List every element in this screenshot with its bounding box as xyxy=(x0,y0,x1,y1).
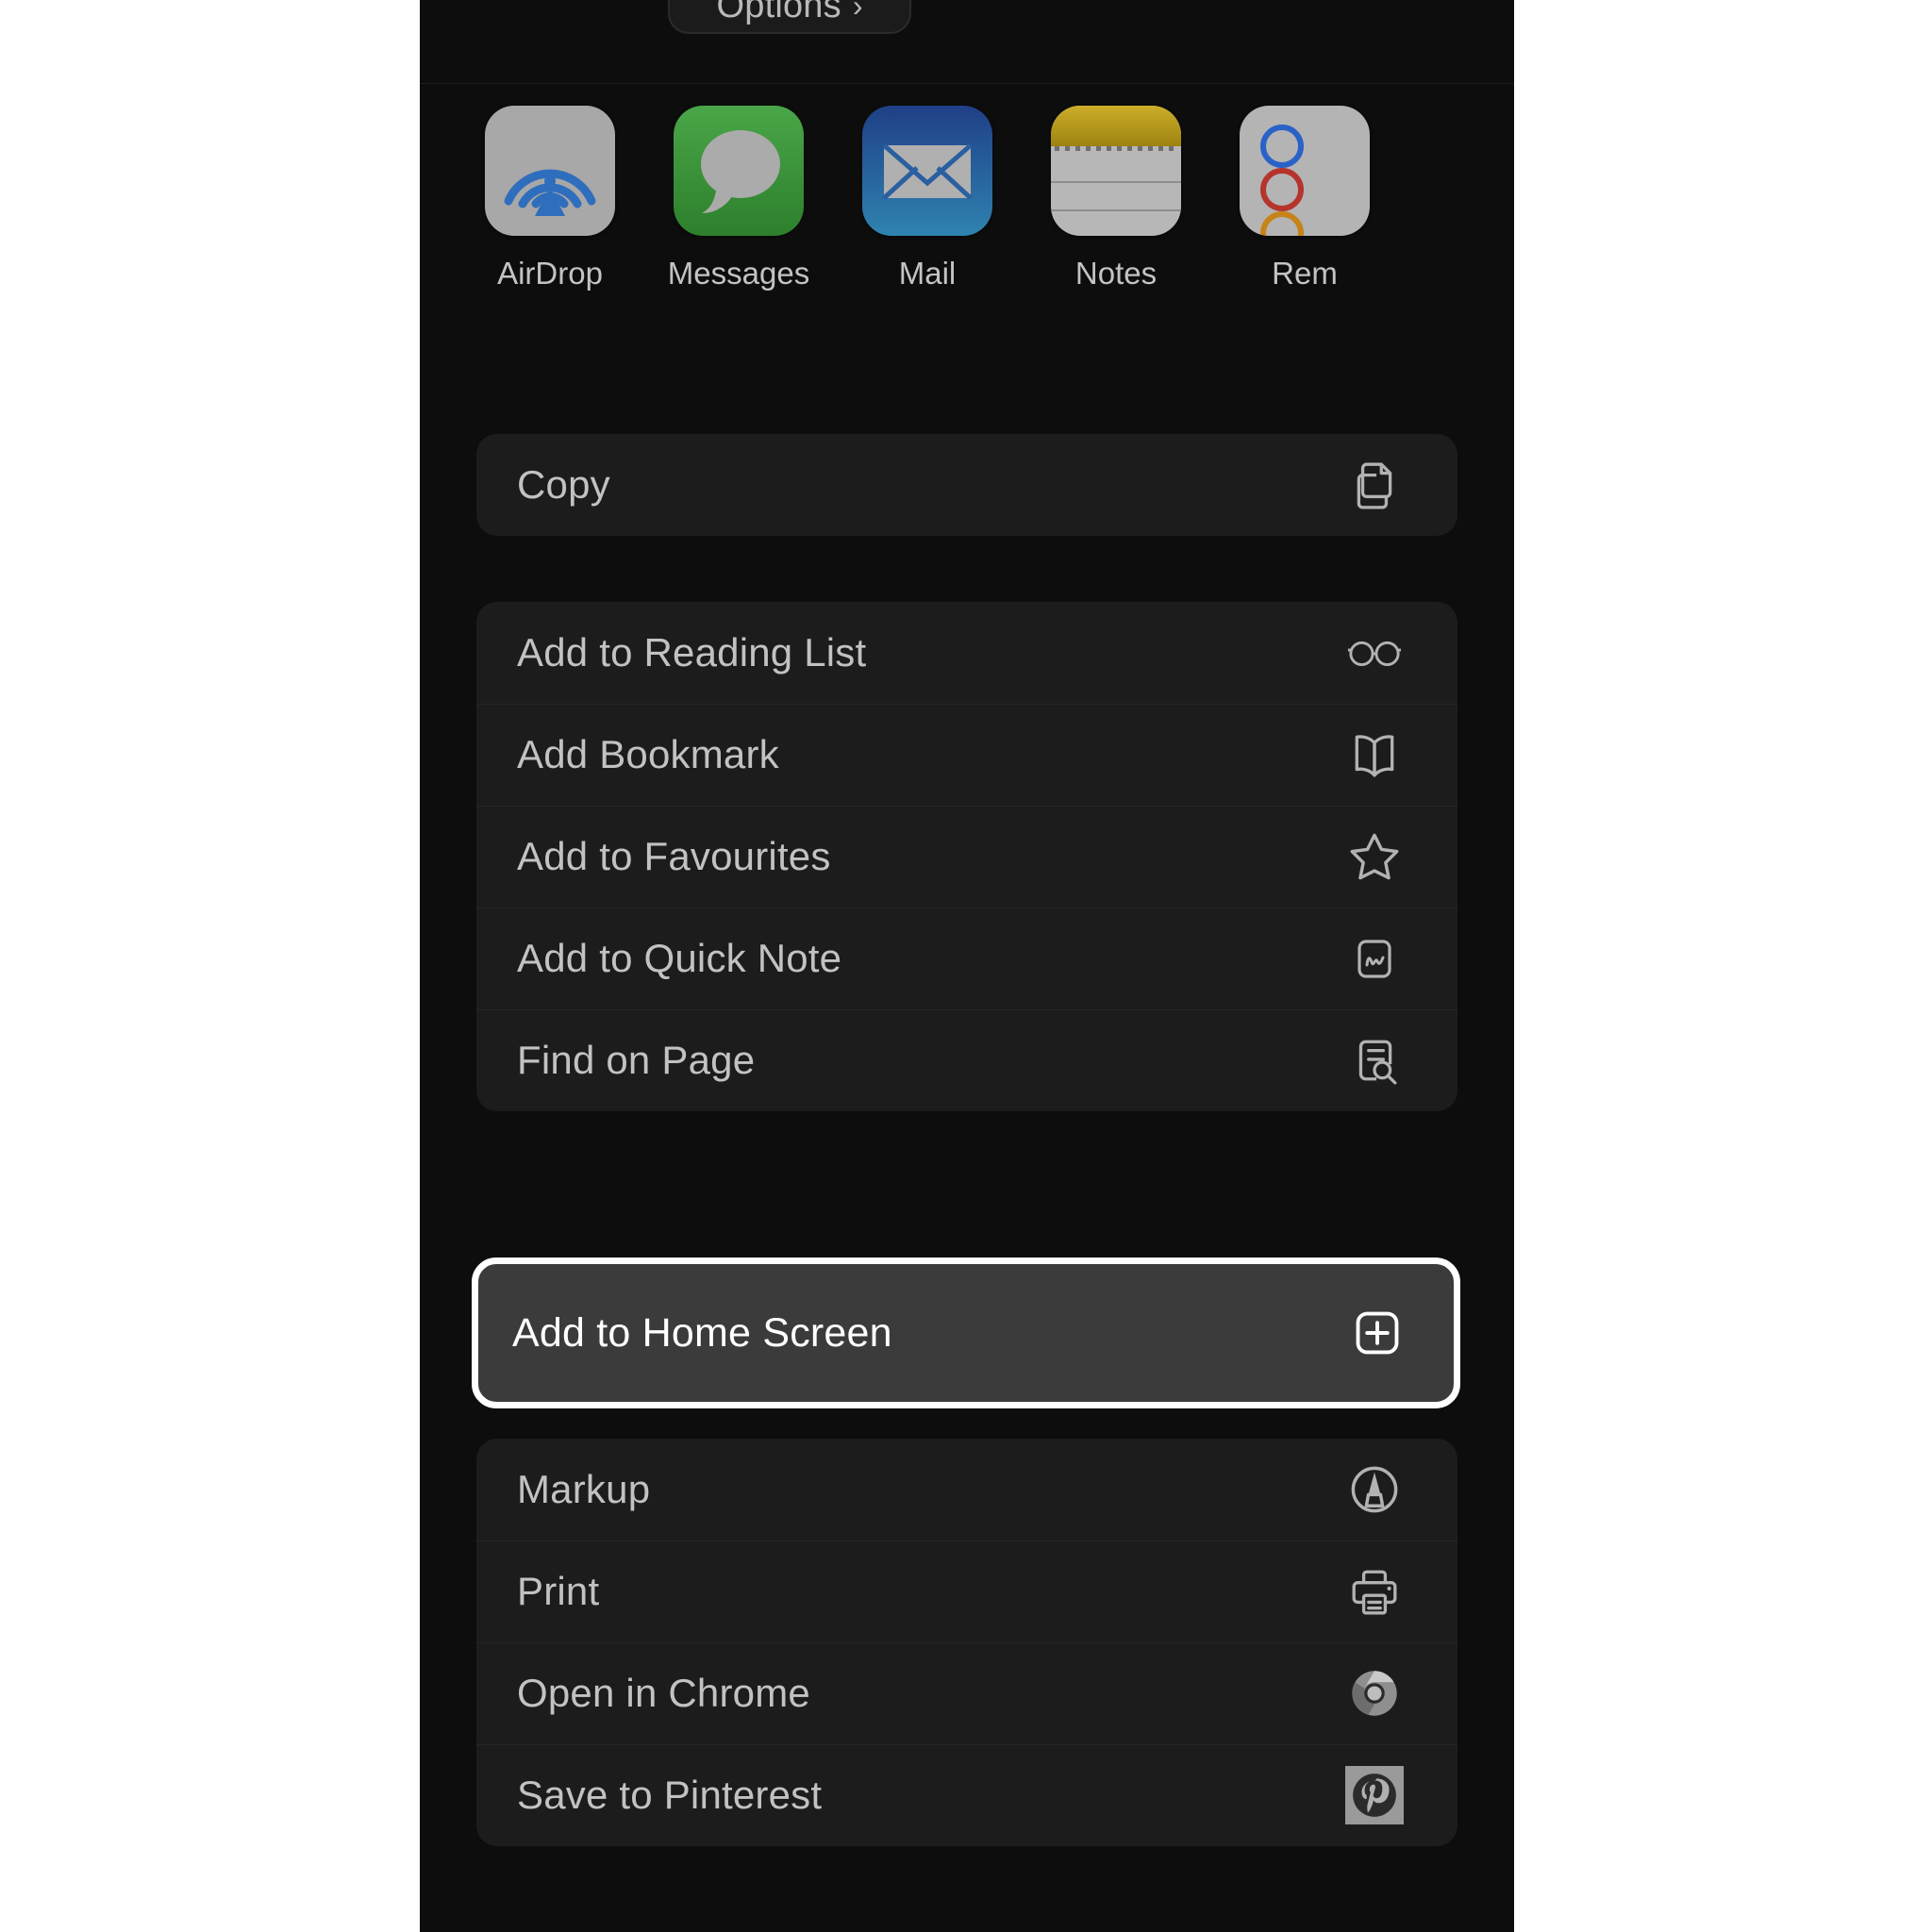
menu-item-open-in-chrome[interactable]: Open in Chrome xyxy=(476,1642,1457,1744)
messages-icon xyxy=(674,106,804,236)
copy-icon xyxy=(1345,456,1404,514)
share-target-label: Notes xyxy=(1074,256,1158,291)
plus-square-icon xyxy=(1348,1304,1407,1362)
menu-item-label: Open in Chrome xyxy=(517,1671,810,1715)
menu-item-add-to-home-screen[interactable]: Add to Home Screen xyxy=(478,1264,1454,1402)
chevron-right-icon: › xyxy=(852,0,863,23)
star-icon xyxy=(1345,827,1404,886)
tools-group: Markup Print Open in Chrome Save to Pint… xyxy=(476,1439,1457,1846)
menu-item-label: Add to Reading List xyxy=(517,630,867,675)
menu-item-label: Find on Page xyxy=(517,1038,756,1082)
menu-item-add-to-quick-note[interactable]: Add to Quick Note xyxy=(476,908,1457,1009)
screenshot-canvas: Options › AirDrop Messages Mail Notes Re… xyxy=(0,0,1932,1932)
airdrop-icon xyxy=(485,106,615,236)
document-search-icon xyxy=(1345,1031,1404,1090)
share-target-label: AirDrop xyxy=(497,256,603,291)
menu-item-label: Add to Home Screen xyxy=(512,1309,892,1356)
mail-icon xyxy=(862,106,992,236)
reminders-icon xyxy=(1240,106,1370,236)
menu-item-add-to-reading-list[interactable]: Add to Reading List xyxy=(476,602,1457,704)
copy-group: Copy xyxy=(476,434,1457,536)
share-target-label: Mail xyxy=(898,256,957,291)
options-button[interactable]: Options › xyxy=(668,0,911,34)
share-target-reminders[interactable]: Rem xyxy=(1210,106,1399,291)
menu-item-add-to-favourites[interactable]: Add to Favourites xyxy=(476,806,1457,908)
menu-item-label: Save to Pinterest xyxy=(517,1773,823,1817)
glasses-icon xyxy=(1345,624,1404,682)
book-icon xyxy=(1345,725,1404,784)
menu-item-markup[interactable]: Markup xyxy=(476,1439,1457,1541)
options-row: Options › xyxy=(420,0,1514,87)
share-target-airdrop[interactable]: AirDrop xyxy=(456,106,644,291)
share-target-messages[interactable]: Messages xyxy=(644,106,833,291)
options-button-label: Options xyxy=(716,0,841,25)
menu-item-label: Add Bookmark xyxy=(517,732,779,776)
actions-group: Add to Reading List Add Bookmark Add to … xyxy=(476,602,1457,1111)
menu-item-print[interactable]: Print xyxy=(476,1541,1457,1642)
highlighted-menu-item-add-to-home-screen[interactable]: Add to Home Screen xyxy=(472,1257,1460,1408)
notes-icon xyxy=(1051,106,1181,236)
menu-item-label: Add to Quick Note xyxy=(517,936,842,980)
header-divider xyxy=(420,83,1514,84)
markup-icon xyxy=(1345,1460,1404,1519)
menu-item-label: Markup xyxy=(517,1467,651,1511)
share-target-notes[interactable]: Notes xyxy=(1022,106,1210,291)
menu-item-save-to-pinterest[interactable]: Save to Pinterest xyxy=(476,1744,1457,1846)
share-targets-row: AirDrop Messages Mail Notes Rem xyxy=(420,106,1514,294)
menu-item-label: Print xyxy=(517,1569,600,1613)
share-target-label: Messages xyxy=(667,256,810,291)
menu-item-label: Copy xyxy=(517,462,610,507)
menu-item-add-bookmark[interactable]: Add Bookmark xyxy=(476,704,1457,806)
menu-item-copy[interactable]: Copy xyxy=(476,434,1457,536)
pinterest-icon xyxy=(1345,1766,1404,1824)
share-target-mail[interactable]: Mail xyxy=(833,106,1022,291)
share-target-label: Rem xyxy=(1272,256,1338,291)
printer-icon xyxy=(1345,1562,1404,1621)
menu-item-label: Add to Favourites xyxy=(517,834,831,878)
quick-note-icon xyxy=(1345,929,1404,988)
chrome-icon xyxy=(1345,1664,1404,1723)
menu-item-find-on-page[interactable]: Find on Page xyxy=(476,1009,1457,1111)
